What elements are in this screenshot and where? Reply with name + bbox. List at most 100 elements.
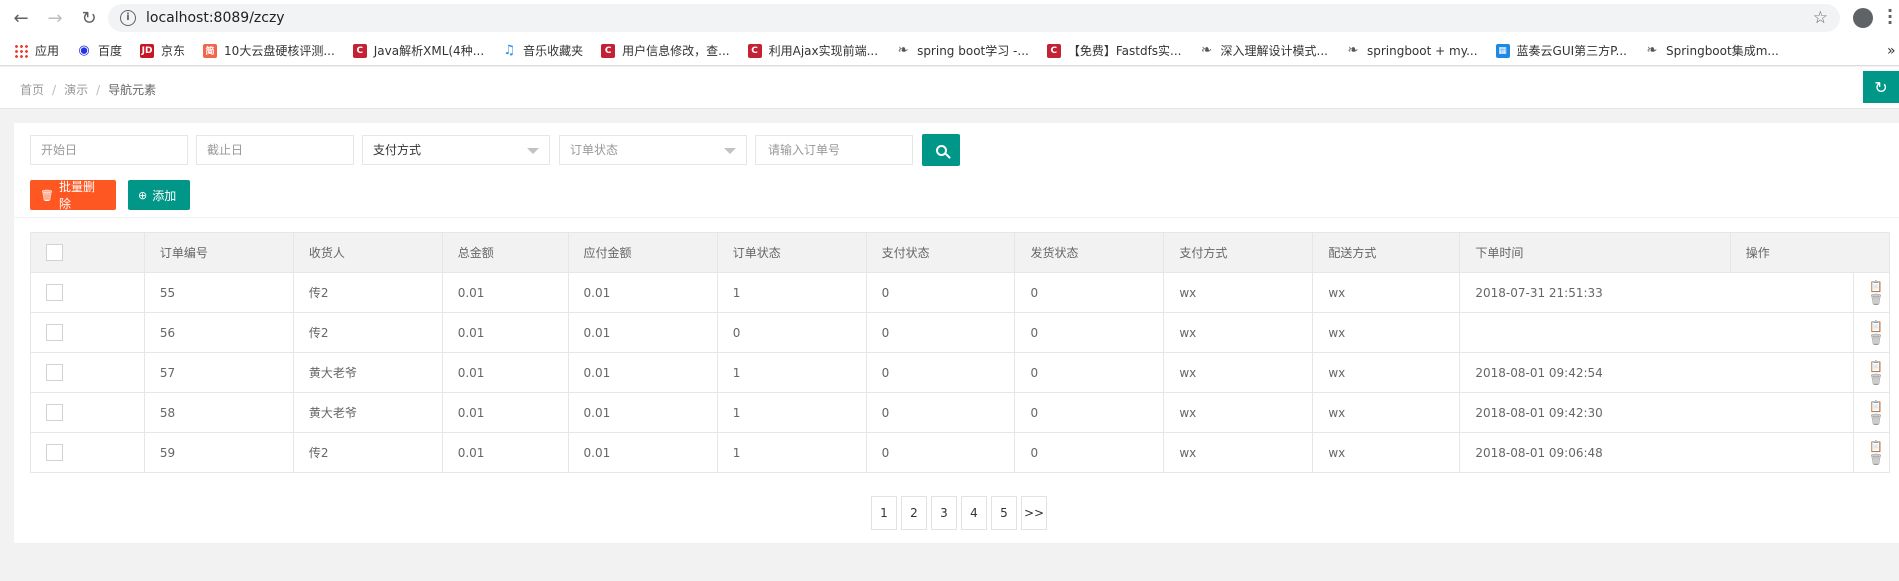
breadcrumb-separator: / [52, 83, 57, 97]
table-cell: wx [1312, 312, 1461, 353]
bookmark-item[interactable]: JD 京东 [140, 42, 185, 59]
row-checkbox[interactable] [46, 284, 63, 301]
site-info-icon[interactable]: i [120, 10, 136, 26]
forward-icon[interactable]: → [42, 5, 68, 31]
delete-icon[interactable]: 🗑 [1869, 333, 1883, 346]
table-cell: 黄大老爷 [292, 352, 443, 393]
row-checkbox[interactable] [46, 364, 63, 381]
page-button[interactable]: 1 [871, 496, 897, 530]
batch-delete-button[interactable]: 🗑 批量删除 [30, 180, 116, 211]
table-cell: 2018-07-31 21:51:33 [1459, 272, 1855, 313]
bookmark-item[interactable]: 简 10大云盘硬核评测... [203, 42, 335, 59]
reload-icon[interactable]: ↻ [76, 5, 102, 31]
table-row: 59 传2 0.01 0.01 1 0 0 wx wx 2018-08-01 09:06:48 📋🗑 [30, 432, 1890, 473]
table-cell: 1 [716, 392, 867, 433]
edit-icon[interactable]: 📋 [1869, 280, 1883, 293]
url-text: localhost:8089/zczy [146, 10, 285, 26]
next-page-button[interactable]: >> [1021, 496, 1047, 530]
column-header: 应付金额 [567, 232, 718, 273]
bookmark-label: 【免费】Fastdfs实... [1067, 44, 1182, 58]
table-cell: 0.01 [441, 392, 569, 433]
table-cell: 56 [143, 312, 294, 353]
table-row: 55 传2 0.01 0.01 1 0 0 wx wx 2018-07-31 21:51:33 📋🗑 [30, 272, 1890, 313]
bookmark-item[interactable]: C 用户信息修改，查... [601, 42, 730, 59]
bookmark-item[interactable]: ❧ springboot + my... [1346, 43, 1478, 58]
bookmark-item[interactable]: ◉ 百度 [77, 42, 122, 59]
bookmark-label: 蓝奏云GUI第三方P... [1516, 44, 1627, 58]
table-cell: 黄大老爷 [292, 392, 443, 433]
row-checkbox[interactable] [46, 444, 63, 461]
bookmark-star-icon[interactable]: ☆ [1813, 8, 1828, 28]
page-button[interactable]: 2 [901, 496, 927, 530]
table-cell: wx [1312, 432, 1461, 473]
back-icon[interactable]: ← [8, 5, 34, 31]
start-date-input[interactable]: 开始日 [30, 135, 188, 165]
refresh-button[interactable]: ↻ [1863, 71, 1899, 103]
profile-avatar-icon[interactable] [1853, 8, 1873, 28]
row-actions: 📋🗑 [1853, 352, 1890, 393]
row-checkbox[interactable] [46, 404, 63, 421]
delete-icon[interactable]: 🗑 [1869, 413, 1883, 426]
content-card: 开始日 截止日 支付方式 订单状态 请输入订单号 🗑 批量删除 ⊕ 添加 订单编… [14, 123, 1899, 543]
windows-icon: ▦ [1495, 43, 1510, 58]
column-header: 支付方式 [1163, 232, 1314, 273]
add-button[interactable]: ⊕ 添加 [128, 180, 190, 210]
table-cell: 0 [716, 312, 867, 353]
delete-icon[interactable]: 🗑 [1869, 453, 1883, 466]
edit-icon[interactable]: 📋 [1869, 400, 1883, 413]
search-button[interactable] [922, 134, 960, 166]
breadcrumb-demo[interactable]: 演示 [64, 83, 88, 97]
leaf-icon: ❧ [897, 43, 909, 58]
table-cell: 0 [865, 352, 1016, 393]
bookmark-label: 深入理解设计模式... [1220, 44, 1328, 58]
table-cell: 0 [865, 392, 1016, 433]
bookmark-item[interactable]: 应用 [14, 42, 59, 59]
page-button[interactable]: 3 [931, 496, 957, 530]
bookmark-label: 用户信息修改，查... [622, 44, 730, 58]
browser-toolbar: ← → ↻ i localhost:8089/zczy ☆ · · · [0, 0, 1899, 36]
edit-icon[interactable]: 📋 [1869, 440, 1883, 453]
csdn-icon: C [601, 43, 616, 58]
pagination: 1 2 3 4 5 >> [871, 496, 1051, 530]
delete-icon[interactable]: 🗑 [1869, 373, 1883, 386]
bookmark-item[interactable]: C Java解析XML(4种... [352, 42, 484, 59]
table-cell: 0.01 [567, 312, 718, 353]
column-header: 配送方式 [1312, 232, 1461, 273]
table-cell: wx [1163, 432, 1314, 473]
page-button[interactable]: 4 [961, 496, 987, 530]
breadcrumb-home[interactable]: 首页 [20, 83, 44, 97]
bookmark-item[interactable]: ▦ 蓝奏云GUI第三方P... [1495, 42, 1627, 59]
table-cell: 58 [143, 392, 294, 433]
refresh-icon: ↻ [1874, 77, 1888, 97]
table-cell: 1 [716, 272, 867, 313]
breadcrumb-separator: / [96, 83, 101, 97]
edit-icon[interactable]: 📋 [1869, 360, 1883, 373]
row-select-cell [30, 392, 145, 433]
page-button[interactable]: 5 [991, 496, 1017, 530]
bookmark-item[interactable]: ❧ 深入理解设计模式... [1200, 42, 1328, 59]
bookmark-item[interactable]: ♫ 音乐收藏夹 [502, 42, 583, 59]
table-cell: wx [1312, 352, 1461, 393]
order-status-select[interactable]: 订单状态 [559, 135, 747, 165]
bookmarks-bar: 应用 ◉ 百度 JD 京东 简 10大云盘硬核评测... C Java解析XML(4种... ♫ 音… [0, 36, 1899, 66]
bookmark-item[interactable]: ❧ Springboot集成m... [1645, 42, 1779, 59]
bookmark-label: 应用 [35, 44, 60, 58]
breadcrumb: 首页 / 演示 / 导航元素 [20, 81, 164, 98]
delete-icon[interactable]: 🗑 [1869, 293, 1883, 306]
browser-menu-icon[interactable]: · · · [1887, 3, 1893, 31]
end-date-input[interactable]: 截止日 [196, 135, 354, 165]
payment-method-select[interactable]: 支付方式 [362, 135, 550, 165]
order-number-input[interactable]: 请输入订单号 [755, 135, 913, 165]
select-all-checkbox[interactable] [46, 244, 63, 261]
bookmark-item[interactable]: C 【免费】Fastdfs实... [1046, 42, 1182, 59]
bookmark-label: Springboot集成m... [1665, 44, 1779, 58]
table-header-row: 订单编号 收货人 总金额 应付金额 订单状态 支付状态 发货状态 支付方式 配送方式 下单时间 操作 [30, 232, 1891, 273]
row-checkbox[interactable] [46, 324, 63, 341]
edit-icon[interactable]: 📋 [1869, 320, 1883, 333]
jian-icon: 简 [203, 43, 218, 58]
bookmarks-overflow-icon[interactable]: » [1887, 36, 1899, 65]
trash-icon: 🗑 [40, 188, 54, 202]
bookmark-item[interactable]: ❧ spring boot学习 -... [896, 42, 1029, 59]
address-bar[interactable]: i localhost:8089/zczy ☆ [108, 4, 1840, 32]
bookmark-item[interactable]: C 利用Ajax实现前端... [747, 42, 878, 59]
